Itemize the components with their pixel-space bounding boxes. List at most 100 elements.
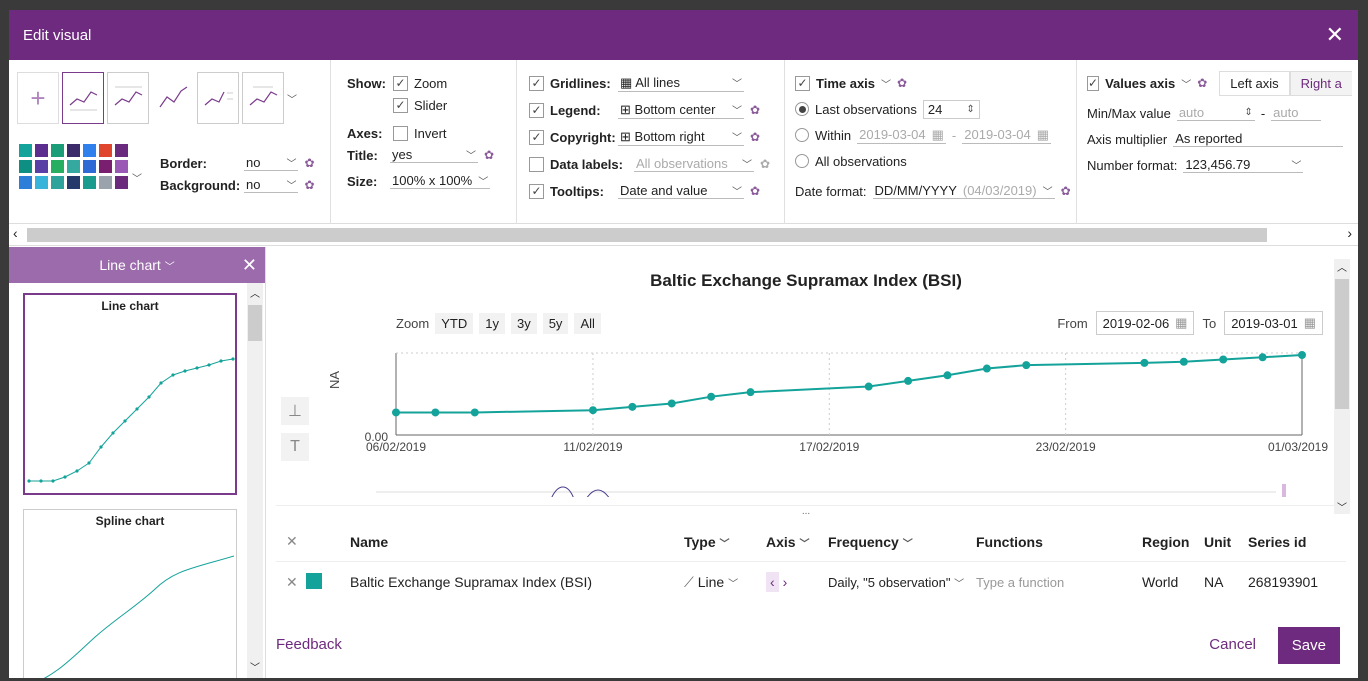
series-color-swatch[interactable]: [306, 572, 322, 589]
color-swatch[interactable]: [51, 160, 64, 173]
data-point[interactable]: [904, 376, 913, 385]
table-row[interactable]: ✕ Baltic Exchange Supramax Index (BSI) ⟋…: [276, 562, 1346, 602]
data-point[interactable]: [864, 382, 873, 391]
datalabels-select[interactable]: All observations ﹀: [634, 156, 754, 172]
data-point[interactable]: [628, 402, 637, 411]
multiplier-select[interactable]: As reported: [1173, 131, 1344, 147]
tooltips-select[interactable]: Date and value ﹀: [618, 183, 744, 199]
valuesaxis-chevron-icon[interactable]: ﹀: [1181, 76, 1191, 91]
color-swatch[interactable]: [67, 144, 80, 157]
color-swatch[interactable]: [51, 176, 64, 189]
timeaxis-checkbox[interactable]: ✓: [795, 75, 810, 91]
zoom-checkbox[interactable]: ✓: [393, 75, 408, 91]
dateformat-select[interactable]: DD/MM/YYYY (04/03/2019) ﹀: [872, 183, 1055, 199]
line-chart-option[interactable]: Line chart: [23, 293, 237, 495]
scrollbar-thumb[interactable]: [27, 228, 1267, 242]
header-type[interactable]: Type ﹀: [684, 534, 766, 550]
data-point[interactable]: [1298, 351, 1306, 359]
data-point[interactable]: [392, 408, 400, 417]
data-point[interactable]: [588, 406, 597, 415]
pane-scrollbar-thumb[interactable]: [248, 305, 262, 341]
color-swatch[interactable]: [115, 144, 128, 157]
color-swatch[interactable]: [99, 176, 112, 189]
background-gear-icon[interactable]: ✿: [304, 178, 314, 192]
data-point[interactable]: [431, 408, 440, 417]
tooltips-checkbox[interactable]: ✓: [529, 183, 544, 199]
chart-scrollbar[interactable]: ︿ ﹀: [1334, 259, 1350, 514]
chart-type-line-dots[interactable]: [62, 72, 104, 124]
within-from-input[interactable]: 2019-03-04 ▦: [857, 127, 946, 144]
datalabels-gear-icon[interactable]: ✿: [760, 157, 770, 171]
color-swatch[interactable]: [83, 160, 96, 173]
data-point[interactable]: [1140, 358, 1149, 367]
gridlines-checkbox[interactable]: ✓: [529, 75, 544, 91]
color-swatch[interactable]: [35, 144, 48, 157]
color-swatch[interactable]: [99, 144, 112, 157]
chart-type-dropdown[interactable]: Line chart ﹀ ✕: [9, 247, 265, 283]
color-swatch[interactable]: [115, 176, 128, 189]
datalabels-checkbox[interactable]: [529, 156, 544, 172]
color-swatch[interactable]: [99, 160, 112, 173]
header-axis[interactable]: Axis ﹀: [766, 534, 828, 550]
tab-left-axis[interactable]: Left axis: [1219, 70, 1290, 96]
tab-right-axis[interactable]: Right a: [1289, 70, 1352, 96]
valuesaxis-gear-icon[interactable]: ✿: [1197, 76, 1207, 90]
feedback-link[interactable]: Feedback: [276, 636, 342, 653]
data-point[interactable]: [982, 364, 991, 373]
scroll-right-icon[interactable]: ›: [1347, 225, 1352, 241]
color-swatch[interactable]: [35, 176, 48, 189]
legend-select[interactable]: ⊞ Bottom center ﹀: [618, 102, 744, 119]
color-swatch[interactable]: [19, 176, 32, 189]
axis-right-icon[interactable]: ›: [783, 574, 788, 590]
timeaxis-chevron-icon[interactable]: ﹀: [881, 76, 891, 91]
tooltips-gear-icon[interactable]: ✿: [750, 184, 760, 198]
close-icon[interactable]: ✕: [1326, 24, 1344, 46]
copyright-checkbox[interactable]: ✓: [529, 129, 544, 145]
data-point[interactable]: [943, 371, 952, 380]
data-point[interactable]: [1022, 361, 1031, 370]
background-select[interactable]: no ﹀: [244, 177, 299, 193]
chart-scrollbar-thumb[interactable]: [1335, 279, 1349, 409]
color-palette[interactable]: [19, 144, 128, 189]
data-point[interactable]: [1179, 357, 1188, 366]
header-name[interactable]: Name: [350, 534, 684, 550]
dateformat-gear-icon[interactable]: ✿: [1061, 184, 1071, 198]
save-button[interactable]: Save: [1277, 627, 1340, 664]
last-obs-radio[interactable]: [795, 102, 809, 116]
timeaxis-gear-icon[interactable]: ✿: [897, 76, 907, 90]
border-select[interactable]: no ﹀: [244, 155, 299, 171]
data-point[interactable]: [470, 408, 479, 417]
slider-checkbox[interactable]: ✓: [393, 97, 408, 113]
color-swatch[interactable]: [19, 160, 32, 173]
close-pane-icon[interactable]: ✕: [242, 255, 257, 276]
color-swatch[interactable]: [67, 160, 80, 173]
add-chart-type-button[interactable]: +: [17, 72, 59, 124]
palette-chevron-icon[interactable]: ﹀: [132, 170, 142, 185]
series-axis-toggle[interactable]: ‹ ›: [766, 572, 828, 592]
data-point[interactable]: [746, 388, 755, 397]
series-name[interactable]: Baltic Exchange Supramax Index (BSI): [350, 574, 684, 590]
last-obs-input[interactable]: 24 ⇕: [922, 99, 980, 119]
within-radio[interactable]: [795, 128, 809, 142]
legend-gear-icon[interactable]: ✿: [750, 103, 760, 117]
series-frequency-select[interactable]: Daily, "5 observation" ﹀: [828, 575, 976, 590]
header-unit[interactable]: Unit: [1204, 534, 1248, 550]
chart-type-plain-line[interactable]: [152, 72, 194, 124]
max-value-input[interactable]: auto: [1271, 105, 1322, 121]
min-value-input[interactable]: auto ⇕: [1176, 105, 1255, 121]
color-swatch[interactable]: [83, 176, 96, 189]
header-series-id[interactable]: Series id: [1248, 534, 1328, 550]
data-point[interactable]: [707, 392, 716, 401]
cancel-button[interactable]: Cancel: [1209, 636, 1256, 653]
valuesaxis-checkbox[interactable]: ✓: [1087, 75, 1100, 91]
copyright-select[interactable]: ⊞ Bottom right ﹀: [618, 129, 744, 146]
size-select[interactable]: 100% x 100% ﹀: [390, 173, 491, 189]
remove-all-icon[interactable]: ✕: [276, 533, 306, 550]
chart-type-line-title[interactable]: [242, 72, 284, 124]
header-frequency[interactable]: Frequency ﹀: [828, 534, 976, 550]
scroll-left-icon[interactable]: ‹: [13, 225, 18, 241]
data-point[interactable]: [667, 399, 676, 408]
color-swatch[interactable]: [83, 144, 96, 157]
numformat-select[interactable]: 123,456.79 ﹀: [1183, 157, 1304, 173]
within-to-input[interactable]: 2019-03-04 ▦: [962, 127, 1052, 144]
